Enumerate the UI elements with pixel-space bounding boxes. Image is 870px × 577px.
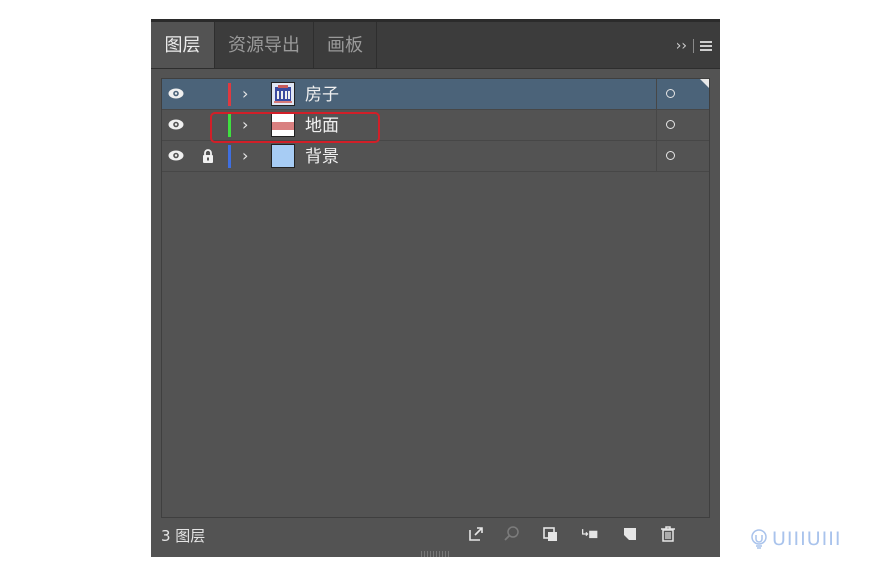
eye-icon[interactable] <box>168 150 184 161</box>
eye-icon[interactable] <box>168 88 184 99</box>
expand-panel-button[interactable]: ›› <box>676 38 687 54</box>
delete-icon[interactable] <box>659 525 677 543</box>
layer-list: › 房子 › 地面 › 背景 <box>161 78 710 518</box>
watermark-text: UIIIUIII <box>772 528 842 550</box>
new-sublayer-icon[interactable] <box>581 525 599 543</box>
panel-controls: ›› <box>676 36 712 56</box>
resize-grip[interactable] <box>421 551 451 557</box>
hamburger-menu-icon[interactable] <box>700 41 712 51</box>
export-icon[interactable] <box>467 525 485 543</box>
new-layer-icon[interactable] <box>621 525 639 543</box>
watermark: UIIIUIII <box>750 528 841 550</box>
make-clipping-mask-icon[interactable] <box>542 525 560 543</box>
divider <box>656 141 657 171</box>
layer-count: 3 图层 <box>161 527 206 545</box>
background-thumbnail <box>271 144 295 168</box>
layer-row-house[interactable]: › 房子 <box>162 79 709 110</box>
layer-row-background[interactable]: › 背景 <box>162 141 709 172</box>
annotation-highlight-box <box>210 112 380 143</box>
tab-layers[interactable]: 图层 <box>151 22 215 68</box>
chevron-right-icon[interactable]: › <box>242 144 248 168</box>
layer-name[interactable]: 房子 <box>305 84 339 106</box>
target-circle-icon[interactable] <box>666 89 675 98</box>
divider <box>656 79 657 109</box>
eye-icon[interactable] <box>168 119 184 130</box>
chevron-right-icon[interactable]: › <box>242 82 248 106</box>
divider <box>656 110 657 140</box>
panel-footer: 3 图层 <box>151 519 720 551</box>
layers-panel: 图层 资源导出 画板 ›› › 房子 › 地面 › 背景 3 图层 <box>151 19 720 557</box>
divider <box>693 39 694 53</box>
layer-name[interactable]: 背景 <box>305 146 339 168</box>
target-circle-icon[interactable] <box>666 120 675 129</box>
search-icon[interactable] <box>503 525 521 543</box>
lightbulb-icon <box>751 529 767 549</box>
selection-corner-icon <box>700 79 709 88</box>
layer-color-bar <box>228 83 231 106</box>
house-thumbnail <box>271 82 295 106</box>
tab-asset-export[interactable]: 资源导出 <box>215 22 314 68</box>
tab-artboards[interactable]: 画板 <box>314 22 377 68</box>
panel-tabbar: 图层 资源导出 画板 ›› <box>151 22 720 69</box>
lock-icon[interactable] <box>202 149 214 163</box>
target-circle-icon[interactable] <box>666 151 675 160</box>
layer-color-bar <box>228 145 231 168</box>
